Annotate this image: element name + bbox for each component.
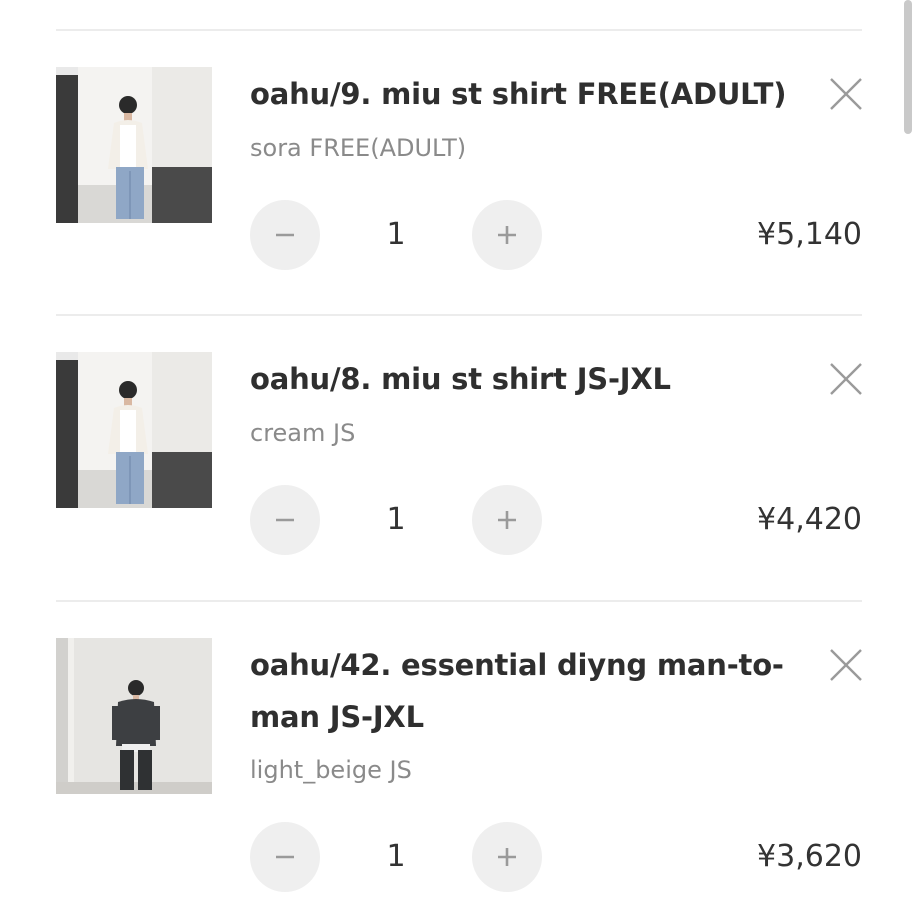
remove-item-button[interactable] — [826, 359, 866, 399]
decrement-quantity-button[interactable] — [250, 822, 320, 892]
quantity-value: 1 — [386, 839, 406, 874]
cart-list: oahu/9. miu st shirt FREE(ADULT) sora FR… — [0, 0, 920, 920]
minus-icon — [276, 233, 294, 237]
plus-icon — [498, 848, 516, 866]
product-thumbnail[interactable] — [56, 638, 212, 794]
decrement-quantity-button[interactable] — [250, 200, 320, 270]
minus-icon — [276, 518, 294, 522]
product-photo-white-shirt-icon — [56, 67, 212, 223]
product-variant: cream JS — [250, 419, 356, 447]
minus-icon — [276, 855, 294, 859]
close-icon — [830, 78, 862, 110]
close-icon — [830, 649, 862, 681]
remove-item-button[interactable] — [826, 645, 866, 685]
product-photo-dark-sweatshirt-icon — [56, 638, 212, 794]
product-variant: sora FREE(ADULT) — [250, 134, 467, 162]
decrement-quantity-button[interactable] — [250, 485, 320, 555]
quantity-value: 1 — [386, 217, 406, 252]
product-title[interactable]: oahu/9. miu st shirt FREE(ADULT) — [250, 68, 810, 120]
increment-quantity-button[interactable] — [472, 200, 542, 270]
divider — [56, 314, 862, 316]
product-title[interactable]: oahu/8. miu st shirt JS-JXL — [250, 353, 810, 405]
divider — [56, 600, 862, 602]
close-icon — [830, 363, 862, 395]
product-thumbnail[interactable] — [56, 352, 212, 508]
item-price: ¥5,140 — [757, 217, 862, 252]
plus-icon — [498, 226, 516, 244]
remove-item-button[interactable] — [826, 74, 866, 114]
item-price: ¥4,420 — [757, 502, 862, 537]
item-price: ¥3,620 — [757, 839, 862, 874]
product-title[interactable]: oahu/42. essential diyng man-to-man JS-J… — [250, 639, 810, 743]
quantity-value: 1 — [386, 502, 406, 537]
scrollbar[interactable] — [904, 0, 912, 134]
product-photo-white-shirt-icon — [56, 352, 212, 508]
product-variant: light_beige JS — [250, 756, 412, 784]
increment-quantity-button[interactable] — [472, 485, 542, 555]
divider — [56, 29, 862, 31]
product-thumbnail[interactable] — [56, 67, 212, 223]
plus-icon — [498, 511, 516, 529]
increment-quantity-button[interactable] — [472, 822, 542, 892]
